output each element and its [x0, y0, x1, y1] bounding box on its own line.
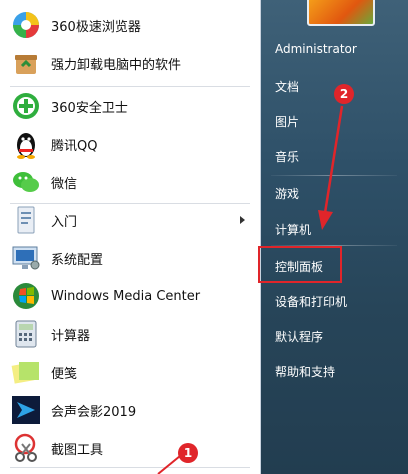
- program-label: 腾讯QQ: [51, 138, 98, 154]
- media-center-icon: [10, 280, 42, 312]
- program-uninstaller[interactable]: 强力卸载电脑中的软件: [0, 44, 258, 82]
- getting-started-icon: [10, 204, 42, 236]
- video-studio-icon: [10, 394, 42, 426]
- program-360-security[interactable]: 360安全卫士: [0, 87, 258, 125]
- menu-item-games[interactable]: 游戏: [275, 185, 299, 202]
- system-config-icon: [10, 242, 42, 274]
- menu-item-devices-printers[interactable]: 设备和打印机: [275, 293, 347, 310]
- step-badge-1: 1: [178, 443, 198, 463]
- program-snipping-tool[interactable]: 截图工具: [0, 429, 258, 467]
- control-panel-highlight-box: [258, 246, 342, 283]
- program-label: 入门: [51, 214, 78, 230]
- calculator-icon: [10, 318, 42, 350]
- user-avatar[interactable]: [307, 0, 375, 26]
- divider: [271, 175, 397, 176]
- wechat-icon: [10, 166, 42, 198]
- menu-item-help-support[interactable]: 帮助和支持: [275, 363, 335, 380]
- menu-item-documents[interactable]: 文档: [275, 78, 299, 95]
- program-sticky-notes[interactable]: 便笺: [0, 353, 258, 391]
- program-label: Windows Media Center: [51, 288, 201, 304]
- menu-item-computer[interactable]: 计算机: [275, 221, 311, 238]
- menu-item-user[interactable]: Administrator: [275, 42, 357, 56]
- program-label: 强力卸载电脑中的软件: [51, 57, 182, 73]
- program-label: 截图工具: [51, 442, 104, 458]
- sticky-note-icon: [10, 356, 42, 388]
- program-label: 便笺: [51, 366, 78, 382]
- program-wechat[interactable]: 微信: [0, 163, 258, 201]
- uninstall-box-icon: [10, 47, 42, 79]
- menu-item-music[interactable]: 音乐: [275, 148, 299, 165]
- program-label: 360极速浏览器: [51, 19, 141, 35]
- program-label: 会声会影2019: [51, 404, 137, 420]
- snipping-tool-icon: [10, 432, 42, 464]
- step-badge-2: 2: [334, 84, 354, 104]
- menu-item-default-programs[interactable]: 默认程序: [275, 328, 323, 345]
- program-getting-started[interactable]: 入门: [0, 201, 258, 239]
- program-label: 微信: [51, 176, 78, 192]
- 360-security-icon: [10, 90, 42, 122]
- menu-item-pictures[interactable]: 图片: [275, 113, 299, 130]
- program-calculator[interactable]: 计算器: [0, 315, 258, 353]
- programs-pane: 360极速浏览器 强力卸载电脑中的软件 360安全卫士 腾讯QQ 微信 入门 系…: [0, 0, 261, 474]
- program-system-config[interactable]: 系统配置: [0, 239, 258, 277]
- program-label: 系统配置: [51, 252, 104, 268]
- program-media-center[interactable]: Windows Media Center: [0, 277, 258, 315]
- program-label: 计算器: [51, 328, 91, 344]
- divider: [10, 467, 250, 468]
- qq-penguin-icon: [10, 128, 42, 160]
- submenu-arrow-icon: [240, 216, 245, 224]
- 360-browser-icon: [10, 9, 42, 41]
- program-video-studio[interactable]: 会声会影2019: [0, 391, 258, 429]
- program-360-browser[interactable]: 360极速浏览器: [0, 6, 258, 44]
- places-pane: Administrator 文档 图片 音乐 游戏 计算机 控制面板 设备和打印…: [261, 0, 408, 474]
- program-label: 360安全卫士: [51, 100, 128, 116]
- program-qq[interactable]: 腾讯QQ: [0, 125, 258, 163]
